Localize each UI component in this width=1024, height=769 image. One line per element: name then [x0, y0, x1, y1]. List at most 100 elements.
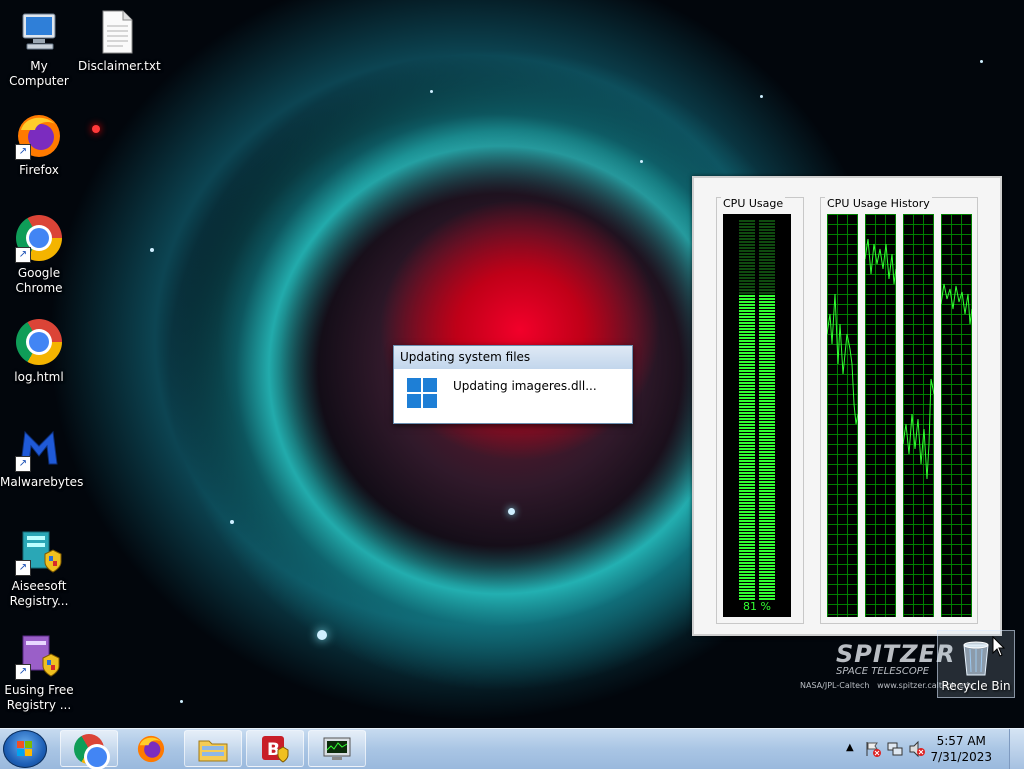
- cpu-meter-segment: [739, 277, 755, 279]
- cpu-meter-segment: [759, 298, 775, 300]
- cpu-meter-segment: [759, 439, 775, 441]
- cpu-meter-segment: [759, 220, 775, 222]
- cpu-meter-segment: [759, 493, 775, 495]
- cpu-meter-segment: [759, 325, 775, 327]
- taskbar-b-app-button[interactable]: B: [246, 730, 304, 767]
- cpu-history-group: CPU Usage History: [820, 197, 978, 624]
- cpu-meter-segment: [739, 415, 755, 417]
- cpu-meter-segment: [759, 226, 775, 228]
- cpu-meter-segment: [759, 589, 775, 591]
- cpu-meter-segment: [739, 289, 755, 291]
- cpu-meter-segment: [739, 334, 755, 336]
- cpu-meter-segment: [739, 370, 755, 372]
- cpu-meter-segment: [759, 283, 775, 285]
- desktop-icon-label: Google Chrome: [15, 266, 63, 295]
- cpu-meter-segment: [739, 514, 755, 516]
- cpu-meter-segment: [759, 397, 775, 399]
- cpu-meter-segment: [739, 586, 755, 588]
- taskbar-firefox-button[interactable]: [122, 730, 180, 767]
- taskbar-explorer-button[interactable]: [184, 730, 242, 767]
- mouse-cursor-icon: [992, 636, 1006, 657]
- volume-muted-icon[interactable]: [908, 740, 926, 758]
- cpu-meter-segment: [759, 547, 775, 549]
- wallpaper-star: [430, 90, 433, 93]
- cpu-meter-segment: [759, 466, 775, 468]
- desktop-icon-aiseesoft[interactable]: ↗ Aiseesoft Registry...: [0, 528, 78, 609]
- cpu-meter-segment: [759, 247, 775, 249]
- cpu-meter-segment: [739, 478, 755, 480]
- desktop-icon-log-html[interactable]: log.html: [0, 319, 78, 385]
- cpu-meter-segment: [739, 223, 755, 225]
- cpu-meter-segment: [759, 244, 775, 246]
- taskbar-chrome-button[interactable]: [60, 730, 118, 767]
- cpu-meter-segment: [739, 253, 755, 255]
- cpu-meter-segment: [759, 580, 775, 582]
- desktop-icon-malwarebytes[interactable]: ↗ Malwarebytes: [0, 424, 83, 490]
- show-desktop-button[interactable]: [1009, 729, 1024, 769]
- cpu-meter-segment: [739, 565, 755, 567]
- cpu-meter-segment: [739, 589, 755, 591]
- cpu-meter-segment: [759, 358, 775, 360]
- cpu-meter-segment: [739, 442, 755, 444]
- taskbar-monitor-app-button[interactable]: [308, 730, 366, 767]
- desktop-icon-firefox[interactable]: ↗ Firefox: [0, 112, 78, 178]
- cpu-meter-segment: [739, 280, 755, 282]
- clock[interactable]: 5:57 AM 7/31/2023: [930, 733, 992, 765]
- wallpaper-star: [230, 520, 234, 524]
- show-hidden-icons-arrow[interactable]: ▲: [846, 742, 854, 753]
- computer-icon: [15, 8, 63, 56]
- cpu-meter-segment: [739, 343, 755, 345]
- cpu-meter-segment: [739, 274, 755, 276]
- cpu-meter-segment: [759, 292, 775, 294]
- cpu-meter-segment: [739, 547, 755, 549]
- cpu-meter-segment: [739, 238, 755, 240]
- cpu-meter-segment: [739, 301, 755, 303]
- cpu-meter-segment: [759, 328, 775, 330]
- cpu-meter-segment: [759, 250, 775, 252]
- cpu-meter-segment: [739, 523, 755, 525]
- cpu-meter-segment: [759, 277, 775, 279]
- cpu-meter-segment: [739, 580, 755, 582]
- cpu-meter-segment: [759, 526, 775, 528]
- cpu-meter-segment: [739, 292, 755, 294]
- cpu-meter-segment: [739, 469, 755, 471]
- cpu-meter-segment: [759, 484, 775, 486]
- cpu-meter-segment: [759, 418, 775, 420]
- cpu-meter-segment: [759, 448, 775, 450]
- cpu-meter-segment: [759, 454, 775, 456]
- cpu-meter-segment: [759, 415, 775, 417]
- cpu-meter-segment: [759, 268, 775, 270]
- cpu-meter-segment: [739, 553, 755, 555]
- cpu-meter-segment: [759, 301, 775, 303]
- cpu-meter-segment: [739, 499, 755, 501]
- monitor-app-icon: [323, 737, 351, 760]
- desktop-icon-my-computer[interactable]: My Computer: [0, 8, 78, 89]
- desktop-icon-disclaimer[interactable]: Disclaimer.txt: [78, 8, 161, 74]
- cpu-meter-segment: [759, 373, 775, 375]
- cpu-usage-gadget[interactable]: CPU Usage 81 % CPU Usage History: [692, 176, 1002, 636]
- cpu-meter-segment: [759, 376, 775, 378]
- desktop-icon-google-chrome[interactable]: ↗ Google Chrome: [0, 215, 78, 296]
- cpu-meter-segment: [739, 496, 755, 498]
- eusing-icon: ↗: [15, 632, 63, 680]
- desktop-icon-label: Aiseesoft Registry...: [9, 579, 69, 608]
- cpu-meter-segment: [739, 433, 755, 435]
- cpu-meter-segment: [759, 463, 775, 465]
- cpu-meter-segment: [759, 340, 775, 342]
- cpu-meter-segment: [759, 535, 775, 537]
- desktop-icon-eusing[interactable]: ↗ Eusing Free Registry ...: [0, 632, 78, 713]
- cpu-usage-bars: [739, 220, 775, 600]
- action-center-flag-icon[interactable]: [864, 740, 882, 758]
- start-button[interactable]: [3, 730, 47, 768]
- cpu-meter-segment: [759, 559, 775, 561]
- cpu-usage-meter: 81 %: [723, 214, 791, 617]
- cpu-meter-segment: [739, 385, 755, 387]
- network-icon[interactable]: [886, 740, 904, 758]
- cpu-meter-segment: [739, 325, 755, 327]
- cpu-meter-segment: [739, 364, 755, 366]
- cpu-meter-segment: [759, 238, 775, 240]
- recycle-bin-icon: [956, 637, 996, 677]
- cpu-meter-segment: [759, 334, 775, 336]
- cpu-meter-segment: [759, 442, 775, 444]
- cpu-meter-segment: [739, 418, 755, 420]
